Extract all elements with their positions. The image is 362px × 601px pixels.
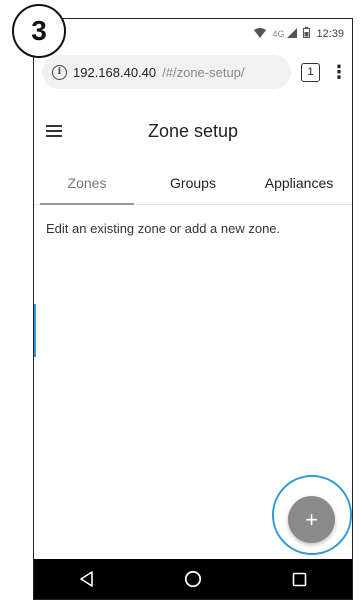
hamburger-icon[interactable] bbox=[46, 125, 62, 137]
tab-switcher-button[interactable]: 1 bbox=[301, 62, 320, 82]
url-host: 192.168.40.40 bbox=[73, 64, 157, 80]
signal-icon bbox=[287, 27, 298, 41]
back-triangle-icon[interactable] bbox=[67, 564, 107, 594]
url-bar[interactable]: i 192.168.40.40 /#/zone-setup/ bbox=[42, 55, 291, 89]
android-nav-bar bbox=[34, 559, 352, 599]
add-zone-button[interactable]: + bbox=[288, 496, 335, 543]
network-type: 4G bbox=[272, 29, 285, 39]
step-number-badge: 3 bbox=[12, 4, 66, 58]
recents-square-icon[interactable] bbox=[279, 564, 319, 594]
tab-bar: Zones Groups Appliances bbox=[34, 161, 352, 205]
info-icon[interactable]: i bbox=[52, 64, 67, 80]
url-path: /#/zone-setup/ bbox=[162, 64, 245, 80]
tab-appliances[interactable]: Appliances bbox=[246, 161, 352, 204]
phone-screen: 4G 12:39 i 192.168.40.40 /#/zone-setup/ 1… bbox=[33, 18, 353, 600]
tab-zones[interactable]: Zones bbox=[34, 161, 140, 205]
home-circle-icon[interactable] bbox=[173, 564, 213, 594]
browser-toolbar: i 192.168.40.40 /#/zone-setup/ 1 ⋮ bbox=[34, 49, 352, 95]
tab-groups[interactable]: Groups bbox=[140, 161, 246, 204]
more-vert-icon[interactable]: ⋮ bbox=[330, 63, 348, 81]
clock: 12:39 bbox=[316, 28, 344, 40]
plus-icon: + bbox=[305, 506, 318, 532]
side-marker bbox=[34, 304, 36, 357]
app-header: Zone setup bbox=[34, 111, 352, 151]
status-bar: 4G 12:39 bbox=[34, 19, 352, 49]
intro-text: Edit an existing zone or add a new zone. bbox=[46, 221, 281, 236]
page-title: Zone setup bbox=[147, 120, 239, 141]
battery-icon bbox=[303, 27, 311, 41]
wifi-icon bbox=[254, 27, 267, 41]
